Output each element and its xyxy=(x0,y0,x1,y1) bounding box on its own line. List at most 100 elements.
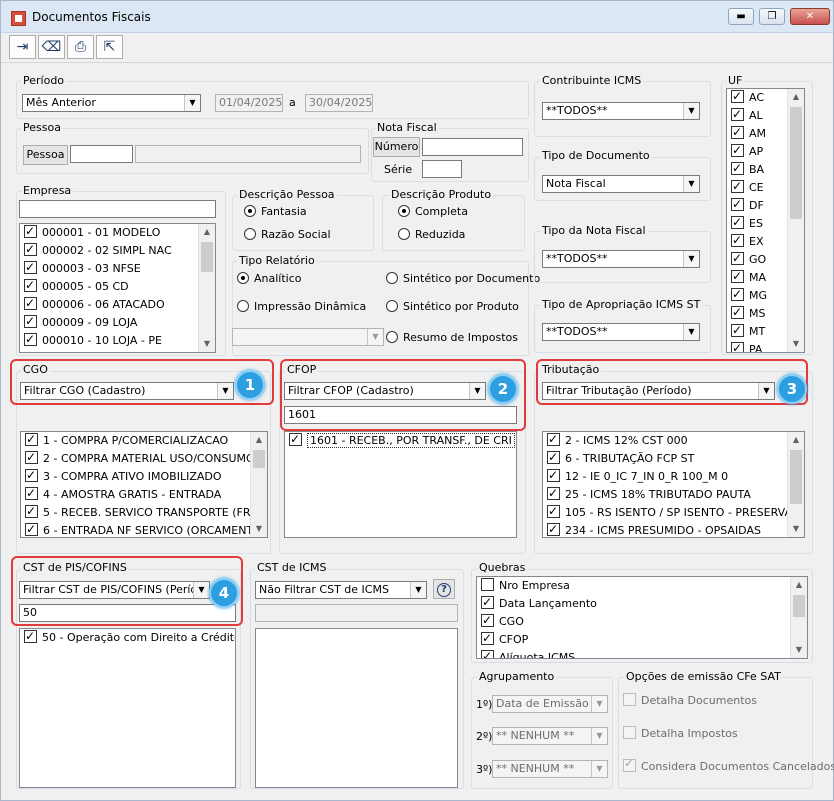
checkbox[interactable] xyxy=(731,197,744,213)
checkbox[interactable] xyxy=(731,125,744,141)
checkbox[interactable] xyxy=(24,296,37,312)
checkbox[interactable] xyxy=(24,314,37,330)
checkbox[interactable] xyxy=(481,578,494,591)
empresa-scrollbar[interactable]: ▲ ▼ xyxy=(198,224,215,352)
radio-fantasia[interactable]: Fantasia xyxy=(244,205,307,219)
checkbox[interactable] xyxy=(25,522,38,537)
list-item[interactable]: 3 - COMPRA ATIVO IMOBILIZADO xyxy=(21,468,267,486)
tipo-nota-select[interactable]: **TODOS** ▼ xyxy=(542,250,700,268)
scroll-up-icon[interactable]: ▲ xyxy=(788,432,804,448)
list-item[interactable]: Data Lançamento xyxy=(477,595,807,613)
scroll-down-icon[interactable]: ▼ xyxy=(788,336,804,352)
list-item[interactable]: Nro Empresa xyxy=(477,577,807,595)
list-item[interactable]: 000010 - 10 LOJA - PE xyxy=(20,332,215,350)
periodo-select[interactable]: Mês Anterior ▼ xyxy=(22,94,201,112)
eraser-icon[interactable]: ⌫ xyxy=(38,35,65,59)
list-item[interactable]: 2 - COMPRA MATERIAL USO/CONSUMO xyxy=(21,450,267,468)
checkbox[interactable] xyxy=(481,595,494,611)
date-from-input[interactable]: 01/04/2025 xyxy=(215,94,283,112)
checkbox[interactable] xyxy=(24,224,37,240)
cgo-scrollbar[interactable]: ▲ ▼ xyxy=(250,432,267,537)
checkbox[interactable] xyxy=(731,161,744,177)
list-item[interactable]: 000003 - 03 NFSE xyxy=(20,260,215,278)
empresa-search-input[interactable] xyxy=(19,200,216,218)
scroll-thumb[interactable] xyxy=(253,450,265,468)
list-item[interactable]: 6 - TRIBUTAÇÃO FCP ST xyxy=(543,450,804,468)
checkbox[interactable] xyxy=(731,323,744,339)
checkbox[interactable] xyxy=(24,332,37,348)
checkbox[interactable] xyxy=(25,486,38,502)
cst-icms-filter-select[interactable]: Não Filtrar CST de ICMS ▼ xyxy=(255,581,427,599)
checkbox[interactable] xyxy=(731,305,744,321)
list-item[interactable]: 000002 - 02 SIMPL NAC xyxy=(20,242,215,260)
serie-input[interactable] xyxy=(422,160,462,178)
pessoa-button[interactable]: Pessoa xyxy=(23,145,68,165)
list-item[interactable]: 000001 - 01 MODELO xyxy=(20,224,215,242)
checkbox[interactable] xyxy=(731,341,744,352)
radio-sintetico-produto[interactable]: Sintético por Produto xyxy=(386,300,519,314)
tipo-apropriacao-select[interactable]: **TODOS** ▼ xyxy=(542,323,700,341)
radio-sintetico-documento[interactable]: Sintético por Documento xyxy=(386,272,540,286)
exit-icon[interactable]: ⇥ xyxy=(9,35,36,59)
checkbox[interactable] xyxy=(547,486,560,502)
export-icon[interactable]: ⇱ xyxy=(96,35,123,59)
quebras-scrollbar[interactable]: ▲ ▼ xyxy=(790,577,807,658)
list-item[interactable]: 5 - RECEB. SERVICO TRANSPORTE (FRE xyxy=(21,504,267,522)
checkbox[interactable] xyxy=(547,468,560,484)
scroll-thumb[interactable] xyxy=(793,595,805,617)
list-item[interactable]: 50 - Operação com Direito a Crédito - xyxy=(20,629,235,647)
checkbox[interactable] xyxy=(547,504,560,520)
list-item[interactable]: Alíquota ICMS xyxy=(477,649,807,658)
scroll-thumb[interactable] xyxy=(790,107,802,219)
scroll-down-icon[interactable]: ▼ xyxy=(199,336,215,352)
checkbox[interactable] xyxy=(547,432,560,448)
tributacao-scrollbar[interactable]: ▲ ▼ xyxy=(787,432,804,537)
list-item[interactable]: 1601 - RECEB., POR TRANSF., DE CRI xyxy=(285,432,516,450)
checkbox[interactable] xyxy=(731,107,744,123)
list-item[interactable]: 234 - ICMS PRESUMIDO - OPSAIDAS xyxy=(543,522,804,537)
list-item[interactable]: 25 - ICMS 18% TRIBUTADO PAUTA xyxy=(543,486,804,504)
scroll-thumb[interactable] xyxy=(201,242,213,272)
pessoa-code-input[interactable] xyxy=(70,145,133,163)
scroll-up-icon[interactable]: ▲ xyxy=(791,577,807,593)
tipo-documento-select[interactable]: Nota Fiscal ▼ xyxy=(542,175,700,193)
checkbox[interactable] xyxy=(731,251,744,267)
radio-analitico[interactable]: Analítico xyxy=(237,272,302,286)
scroll-down-icon[interactable]: ▼ xyxy=(251,521,267,537)
list-item[interactable]: 6 - ENTRADA NF SERVICO (ORCAMENTO xyxy=(21,522,267,537)
close-button[interactable]: ✕ xyxy=(790,8,830,25)
scroll-up-icon[interactable]: ▲ xyxy=(251,432,267,448)
checkbox[interactable] xyxy=(731,179,744,195)
checkbox[interactable] xyxy=(25,432,38,448)
scroll-thumb[interactable] xyxy=(790,450,802,504)
checkbox[interactable] xyxy=(547,450,560,466)
radio-resumo-impostos[interactable]: Resumo de Impostos xyxy=(386,331,518,345)
maximize-button[interactable]: ❐ xyxy=(759,8,785,25)
checkbox[interactable] xyxy=(731,269,744,285)
checkbox[interactable] xyxy=(547,522,560,537)
list-item[interactable]: 12 - IE 0_IC 7_IN 0_R 100_M 0 xyxy=(543,468,804,486)
radio-reduzida[interactable]: Reduzida xyxy=(398,228,465,242)
checkbox[interactable] xyxy=(731,143,744,159)
list-item[interactable]: CGO xyxy=(477,613,807,631)
checkbox[interactable] xyxy=(25,504,38,520)
scroll-down-icon[interactable]: ▼ xyxy=(788,521,804,537)
date-to-input[interactable]: 30/04/2025 xyxy=(305,94,373,112)
checkbox[interactable] xyxy=(481,631,494,647)
checkbox[interactable] xyxy=(25,468,38,484)
list-item[interactable]: CFOP xyxy=(477,631,807,649)
list-item[interactable]: 1 - COMPRA P/COMERCIALIZACAO xyxy=(21,432,267,450)
checkbox[interactable] xyxy=(24,260,37,276)
checkbox[interactable] xyxy=(731,287,744,303)
radio-razao-social[interactable]: Razão Social xyxy=(244,228,331,242)
printer-icon[interactable]: ⎙ xyxy=(67,35,94,59)
checkbox[interactable] xyxy=(24,278,37,294)
minimize-button[interactable]: ▬ xyxy=(728,8,754,25)
contribuinte-select[interactable]: **TODOS** ▼ xyxy=(542,102,700,120)
numero-button[interactable]: Número xyxy=(373,137,420,157)
checkbox[interactable] xyxy=(731,233,744,249)
list-item[interactable]: 4 - AMOSTRA GRATIS - ENTRADA xyxy=(21,486,267,504)
list-item[interactable]: 2 - ICMS 12% CST 000 xyxy=(543,432,804,450)
checkbox[interactable] xyxy=(731,215,744,231)
radio-completa[interactable]: Completa xyxy=(398,205,468,219)
